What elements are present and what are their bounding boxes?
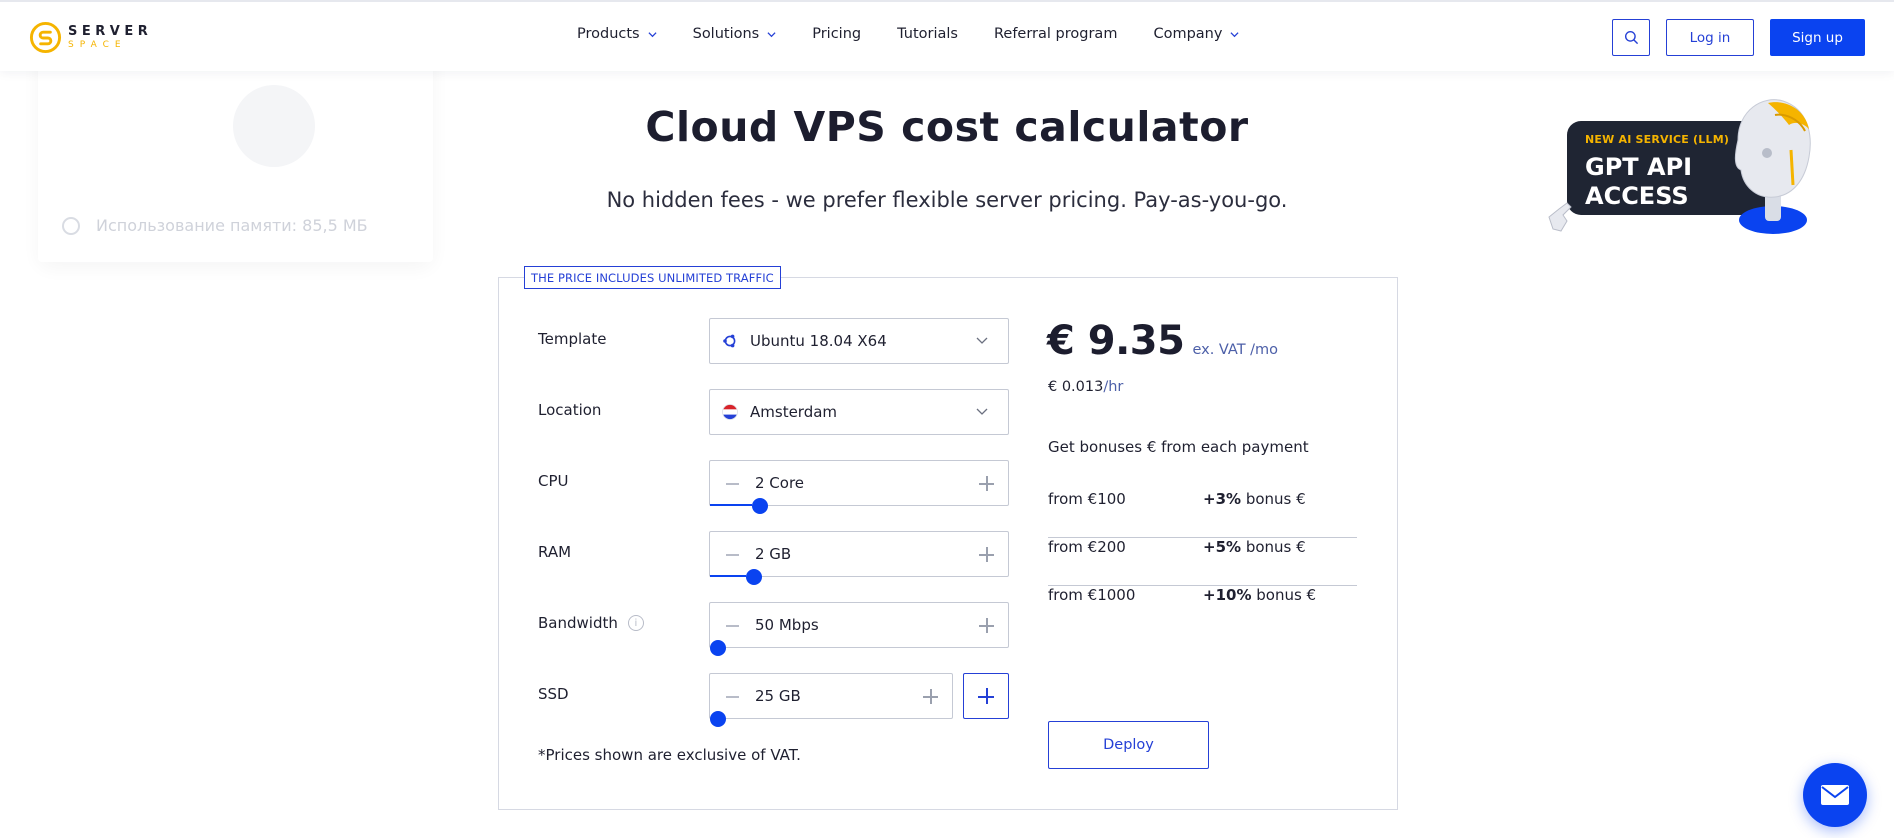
template-label: Template [538,330,607,348]
nav-item-pricing[interactable]: Pricing [812,26,861,42]
gauge-icon [62,216,80,235]
cpu-stepper[interactable]: 2 Core [709,460,1009,514]
hourly-price: € 0.013/hr [1048,379,1124,395]
cpu-increment-button[interactable] [979,476,994,491]
ssd-increment-button[interactable] [923,689,938,704]
search-icon [1624,30,1638,45]
ssd-stepper[interactable]: 25 GB [709,673,953,727]
location-value: Amsterdam [750,403,838,421]
logo-text-server: SERVER [68,23,153,39]
ram-increment-button[interactable] [979,547,994,562]
ram-stepper[interactable]: 2 GB [709,531,1009,585]
bonus-heading: Get bonuses € from each payment [1048,438,1309,456]
promo-tag: NEW AI SERVICE (LLM) [1585,133,1730,146]
nav-item-products[interactable]: Products [577,26,657,42]
gpt-api-promo-banner[interactable]: NEW AI SERVICE (LLM) GPT API ACCESS [1545,95,1835,245]
nav-item-solutions[interactable]: Solutions [693,26,777,42]
bandwidth-label: Bandwidth i [538,614,644,632]
bandwidth-value: 50 Mbps [755,616,819,634]
bandwidth-stepper[interactable]: 50 Mbps [709,602,1009,656]
price-suffix: ex. VAT /mo [1192,342,1279,358]
ubuntu-icon [723,334,736,348]
ssd-value: 25 GB [755,687,801,705]
add-disk-button[interactable] [963,673,1009,719]
ram-value: 2 GB [755,545,792,563]
template-value: Ubuntu 18.04 X64 [750,332,887,350]
unlimited-traffic-badge: THE PRICE INCLUDES UNLIMITED TRAFFIC [524,266,781,289]
nav-item-referral-program[interactable]: Referral program [994,26,1117,42]
bandwidth-increment-button[interactable] [979,618,994,633]
mail-icon [1821,785,1849,805]
ram-slider-fill [710,575,746,577]
main-nav: Products Solutions Pricing Tutorials Ref… [577,26,1275,42]
pointing-hand-icon [1548,202,1572,232]
cpu-decrement-button[interactable] [726,483,739,485]
chevron-down-icon [767,31,776,37]
location-select[interactable]: Amsterdam [709,389,1009,435]
bandwidth-decrement-button[interactable] [726,625,739,627]
bandwidth-slider-handle[interactable] [710,640,726,656]
login-button[interactable]: Log in [1666,19,1754,56]
nav-item-tutorials[interactable]: Tutorials [897,26,958,42]
site-header: SERVER SPACE Products Solutions Pricing … [0,0,1894,71]
template-select[interactable]: Ubuntu 18.04 X64 [709,318,1009,364]
chevron-down-icon [648,31,657,37]
ram-decrement-button[interactable] [726,554,739,556]
bonus-row: from €1000 +10% bonus € [1048,586,1317,604]
netherlands-flag-icon [722,404,738,420]
robot-head-illustration [1734,99,1811,234]
chevron-down-icon [1230,31,1239,37]
chevron-down-icon [976,337,988,344]
promo-title: GPT API ACCESS [1585,153,1693,210]
cpu-label: CPU [538,472,569,490]
background-card-memory-usage: Использование памяти: 85,5 МБ [62,216,368,235]
ssd-label: SSD [538,685,569,703]
deploy-button[interactable]: Deploy [1048,721,1209,769]
vat-note: *Prices shown are exclusive of VAT. [538,746,801,764]
ssd-decrement-button[interactable] [726,696,739,698]
bonus-row: from €200 +5% bonus € [1048,538,1357,586]
nav-item-company[interactable]: Company [1153,26,1239,42]
logo[interactable]: SERVER SPACE [29,19,152,55]
info-icon[interactable]: i [627,615,644,631]
chevron-down-icon [976,408,988,415]
location-label: Location [538,401,602,419]
ram-slider-handle[interactable] [746,569,762,585]
cpu-slider-handle[interactable] [752,498,768,514]
signup-button[interactable]: Sign up [1770,19,1865,56]
monthly-price: € 9.35 ex. VAT /mo [1047,318,1278,364]
serverspace-logo-icon [29,21,62,53]
cpu-value: 2 Core [755,474,805,492]
ssd-slider-handle[interactable] [710,711,726,727]
bonus-row: from €100 +3% bonus € [1048,490,1357,538]
cpu-slider-fill [710,504,752,506]
price-amount: € 9.35 [1047,318,1185,364]
logo-text-space: SPACE [68,39,127,50]
search-button[interactable] [1612,19,1650,56]
ram-label: RAM [538,543,572,561]
contact-mail-button[interactable] [1803,763,1867,827]
